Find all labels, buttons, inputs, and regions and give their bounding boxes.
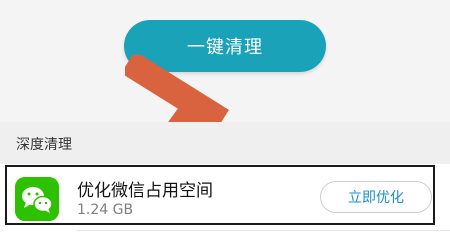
divider bbox=[77, 230, 450, 231]
highlight-box bbox=[5, 165, 435, 225]
deep-clean-section-title: 深度清理 bbox=[16, 137, 72, 153]
